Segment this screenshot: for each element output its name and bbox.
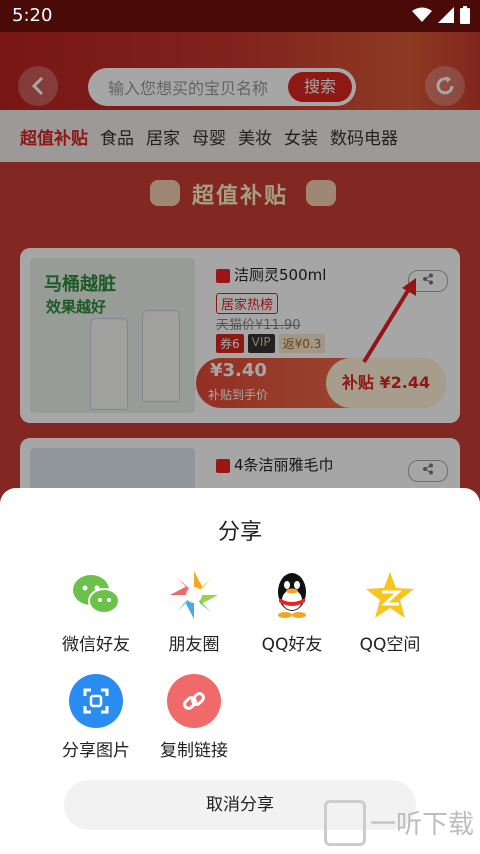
- battery-icon: [460, 6, 470, 24]
- wechat-icon: [69, 568, 123, 622]
- share-label: 复制链接: [160, 741, 228, 761]
- share-image[interactable]: 分享图片: [48, 674, 144, 761]
- share-qzone[interactable]: QQ空间: [342, 568, 438, 655]
- share-wechat[interactable]: 微信好友: [48, 568, 144, 655]
- share-image-icon: [69, 674, 123, 728]
- share-copy-link[interactable]: 复制链接: [146, 674, 242, 761]
- share-label: QQ好友: [261, 635, 323, 655]
- share-sheet-title: 分享: [217, 520, 262, 545]
- moments-icon: [167, 568, 221, 622]
- share-label: QQ空间: [359, 635, 421, 655]
- wifi-icon: [412, 7, 432, 22]
- qzone-icon: [363, 568, 417, 622]
- share-qq[interactable]: QQ好友: [244, 568, 340, 655]
- status-icons: [412, 6, 470, 24]
- share-moments[interactable]: 朋友圈: [146, 568, 242, 655]
- status-bar: 5:20: [0, 0, 480, 32]
- qq-icon: [265, 568, 319, 622]
- share-label: 朋友圈: [168, 635, 220, 655]
- share-label: 微信好友: [62, 635, 130, 655]
- watermark: 一听下载: [320, 790, 480, 850]
- status-time: 5:20: [12, 5, 53, 26]
- signal-icon: [438, 7, 454, 23]
- watermark-logo-icon: [324, 800, 366, 846]
- copy-link-icon: [167, 674, 221, 728]
- watermark-text: 一听下载: [370, 810, 475, 840]
- share-label: 分享图片: [62, 741, 130, 761]
